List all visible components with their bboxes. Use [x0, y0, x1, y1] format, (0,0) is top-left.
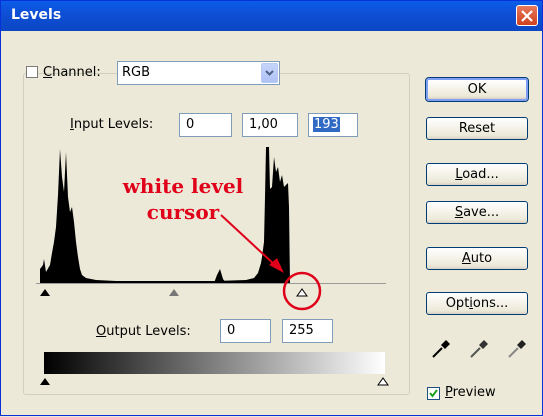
output-levels-label: Output Levels: — [96, 324, 191, 339]
output-white-slider[interactable] — [377, 377, 389, 386]
load-button[interactable]: Load... — [426, 163, 528, 186]
output-white-field[interactable]: 255 — [282, 319, 333, 343]
title-bar[interactable]: Levels — [1, 1, 542, 31]
channel-select[interactable]: RGB — [117, 61, 280, 85]
output-black-slider[interactable] — [40, 378, 50, 385]
input-levels-label: Input Levels: — [70, 117, 154, 132]
ok-button[interactable]: OK — [426, 78, 528, 101]
output-black-field[interactable]: 0 — [220, 319, 271, 343]
channel-value: RGB — [122, 65, 151, 80]
output-slider-track[interactable] — [37, 373, 389, 387]
reset-button[interactable]: Reset — [426, 117, 528, 140]
preview-label[interactable]: Preview — [445, 385, 496, 400]
input-slider-track[interactable] — [37, 284, 387, 298]
save-button[interactable]: Save... — [426, 201, 528, 224]
window-title: Levels — [11, 7, 62, 23]
gray-eyedropper-icon[interactable] — [467, 337, 491, 361]
options-button[interactable]: Options... — [426, 292, 528, 315]
levels-dialog: Levels Channel: RGB Input Levels: 0 1,00… — [0, 0, 543, 416]
white-eyedropper-icon[interactable] — [505, 337, 529, 361]
input-gamma-field[interactable]: 1,00 — [242, 113, 298, 137]
gamma-slider[interactable] — [169, 289, 179, 296]
close-button[interactable] — [516, 5, 538, 26]
auto-button[interactable]: Auto — [426, 247, 528, 270]
output-gradient-bar — [44, 352, 385, 374]
group-corner-box — [26, 66, 38, 78]
preview-checkbox[interactable] — [427, 387, 440, 400]
chevron-down-icon[interactable] — [261, 63, 278, 83]
checkmark-icon — [429, 389, 438, 398]
black-eyedropper-icon[interactable] — [429, 337, 453, 361]
input-black-field[interactable]: 0 — [179, 113, 232, 137]
annotation-text: white level cursor — [122, 174, 244, 224]
close-icon — [521, 10, 533, 22]
white-point-slider[interactable] — [296, 288, 308, 297]
input-white-field[interactable]: 193 — [308, 113, 358, 137]
channel-label: Channel: — [43, 65, 101, 80]
black-point-slider[interactable] — [40, 289, 50, 296]
